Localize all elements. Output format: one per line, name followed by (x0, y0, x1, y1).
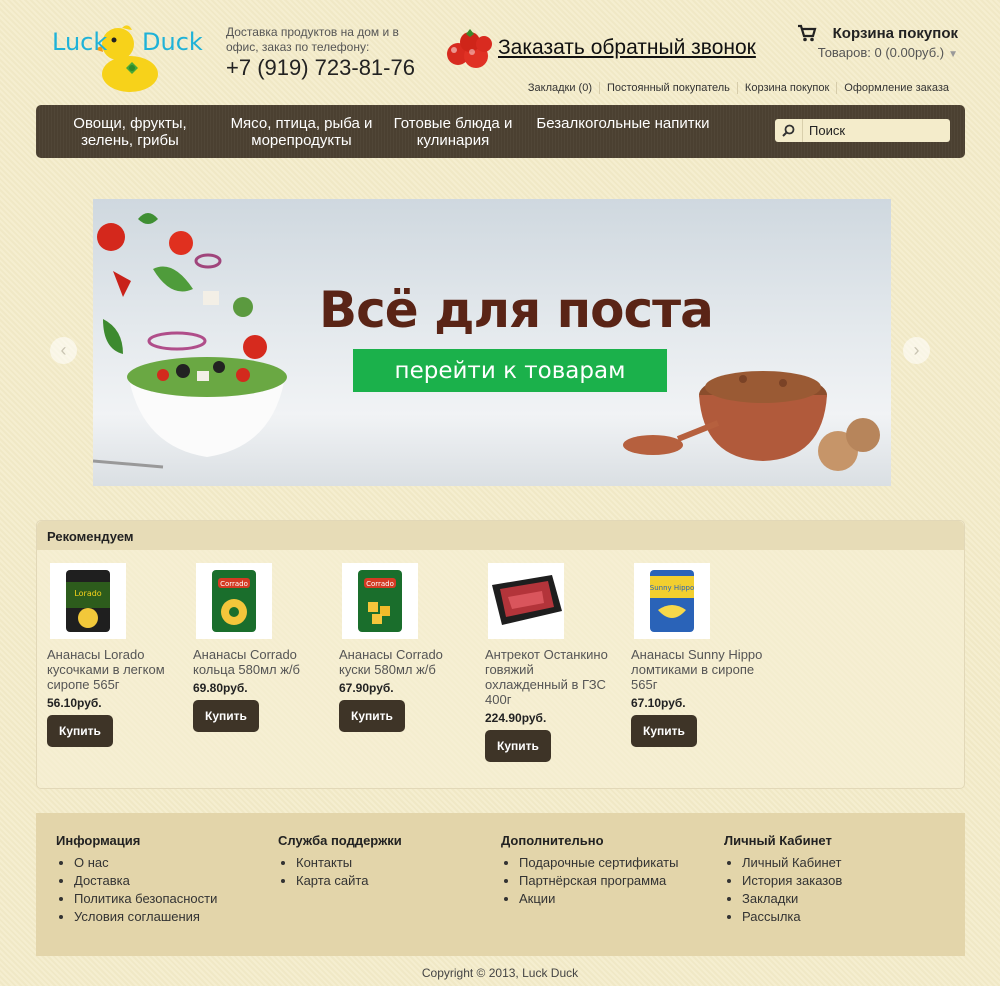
product-image[interactable] (488, 563, 564, 639)
product-card: Sunny Hippo Ананасы Sunny Hippo ломтикам… (631, 563, 766, 747)
buy-button[interactable]: Купить (193, 700, 259, 732)
top-link-cart[interactable]: Корзина покупок (736, 82, 836, 94)
delivery-info: Доставка продуктов на дом и в офис, зака… (226, 25, 399, 54)
top-links: Закладки (0) Постоянный покупатель Корзи… (521, 82, 956, 94)
footer-link[interactable]: Акции (519, 890, 678, 908)
callback-link[interactable]: Заказать обратный звонок (498, 36, 756, 60)
footer-column-support: Служба поддержки Контакты Карта сайта (278, 833, 402, 890)
footer-link[interactable]: Рассылка (742, 908, 842, 926)
buy-button[interactable]: Купить (47, 715, 113, 747)
product-card: Corrado Ананасы Corrado куски 580мл ж/б … (339, 563, 474, 732)
footer-link[interactable]: Контакты (296, 854, 402, 872)
top-link-checkout[interactable]: Оформление заказа (836, 82, 956, 94)
slider-next-arrow[interactable]: › (903, 337, 930, 364)
tomato-icon (447, 29, 492, 68)
product-card: Антрекот Останкино говяжий охлажденный в… (485, 563, 620, 762)
phone-number: +7 (919) 723-81-76 (226, 55, 415, 80)
cart-icon (797, 24, 817, 42)
banner-title: Всё для поста (319, 281, 714, 339)
recommended-section: Рекомендуем Lorado Ананасы Lorado кусочк… (36, 520, 965, 789)
callback-block: Заказать обратный звонок (444, 26, 756, 70)
footer-column-title: Информация (56, 833, 141, 848)
product-image[interactable]: Lorado (50, 563, 126, 639)
product-card: Corrado Ананасы Corrado кольца 580мл ж/б… (193, 563, 328, 732)
can-brand-text: Sunny Hippo (650, 584, 695, 592)
footer-column-extras: Дополнительно Подарочные сертификаты Пар… (501, 833, 678, 908)
cart-count: Товаров: 0 (0.00руб.) (817, 45, 945, 60)
footer-link[interactable]: Условия соглашения (74, 908, 217, 926)
recommended-heading: Рекомендуем (37, 521, 964, 550)
logo-text-duck: Duck (142, 28, 203, 56)
footer-link[interactable]: История заказов (742, 872, 842, 890)
product-card: Lorado Ананасы Lorado кусочками в легком… (47, 563, 182, 747)
footer-link[interactable]: Партнёрская программа (519, 872, 678, 890)
footer-column-account: Личный Кабинет Личный Кабинет История за… (724, 833, 842, 926)
logo[interactable]: Luck Duck (52, 24, 203, 96)
product-price: 67.90руб. (339, 681, 394, 695)
product-name[interactable]: Ананасы Corrado куски 580мл ж/б (339, 647, 474, 677)
footer: Информация О нас Доставка Политика безоп… (36, 813, 965, 956)
buy-button[interactable]: Купить (485, 730, 551, 762)
menu-item-ready-meals[interactable]: Готовые блюда и кулинария (388, 115, 518, 149)
product-name[interactable]: Ананасы Lorado кусочками в легком сиропе… (47, 647, 182, 692)
search-box (775, 119, 950, 142)
footer-column-info: Информация О нас Доставка Политика безоп… (56, 833, 217, 926)
product-name[interactable]: Ананасы Sunny Hippo ломтиками в сиропе 5… (631, 647, 766, 692)
banner-illustration (93, 213, 880, 471)
footer-column-title: Дополнительно (501, 833, 604, 848)
product-price: 69.80руб. (193, 681, 248, 695)
product-name[interactable]: Ананасы Corrado кольца 580мл ж/б (193, 647, 328, 677)
buy-button[interactable]: Купить (631, 715, 697, 747)
product-image[interactable]: Corrado (196, 563, 272, 639)
footer-link[interactable]: Личный Кабинет (742, 854, 842, 872)
copyright: Copyright © 2013, Luck Duck (421, 966, 579, 980)
promo-banner[interactable]: Всё для поста перейти к товарам (93, 199, 891, 486)
chevron-down-icon[interactable]: ▼ (948, 49, 958, 60)
can-brand-text: Corrado (220, 580, 248, 588)
top-link-bookmarks[interactable]: Закладки (0) (521, 82, 599, 94)
footer-link[interactable]: Закладки (742, 890, 842, 908)
product-image[interactable]: Sunny Hippo (634, 563, 710, 639)
search-icon[interactable] (775, 119, 803, 142)
footer-link[interactable]: Политика безопасности (74, 890, 217, 908)
buy-button[interactable]: Купить (339, 700, 405, 732)
search-input[interactable] (803, 123, 943, 138)
product-price: 56.10руб. (47, 696, 102, 710)
cart-widget[interactable]: Корзина покупок Товаров: 0 (0.00руб.) ▼ (797, 24, 958, 60)
footer-link[interactable]: Подарочные сертификаты (519, 854, 678, 872)
product-price: 67.10руб. (631, 696, 686, 710)
top-link-account[interactable]: Постоянный покупатель (598, 82, 737, 94)
footer-link[interactable]: О нас (74, 854, 217, 872)
menu-item-vegetables[interactable]: Овощи, фрукты, зелень, грибы (66, 115, 194, 149)
banner-cta-button[interactable]: перейти к товарам (353, 349, 667, 392)
can-brand-text: Corrado (366, 580, 394, 588)
logo-text-luck: Luck (52, 28, 108, 56)
footer-column-title: Личный Кабинет (724, 833, 832, 848)
menu-item-drinks[interactable]: Безалкогольные напитки (533, 115, 713, 132)
can-brand-text: Lorado (74, 589, 101, 598)
cart-title: Корзина покупок (832, 24, 958, 42)
product-name[interactable]: Антрекот Останкино говяжий охлажденный в… (485, 647, 620, 707)
product-image[interactable]: Corrado (342, 563, 418, 639)
slider-prev-arrow[interactable]: ‹ (50, 337, 77, 364)
footer-column-title: Служба поддержки (278, 833, 402, 848)
footer-link[interactable]: Карта сайта (296, 872, 402, 890)
footer-link[interactable]: Доставка (74, 872, 217, 890)
menu-item-meat[interactable]: Мясо, птица, рыба и морепродукты (224, 115, 379, 149)
product-price: 224.90руб. (485, 711, 547, 725)
